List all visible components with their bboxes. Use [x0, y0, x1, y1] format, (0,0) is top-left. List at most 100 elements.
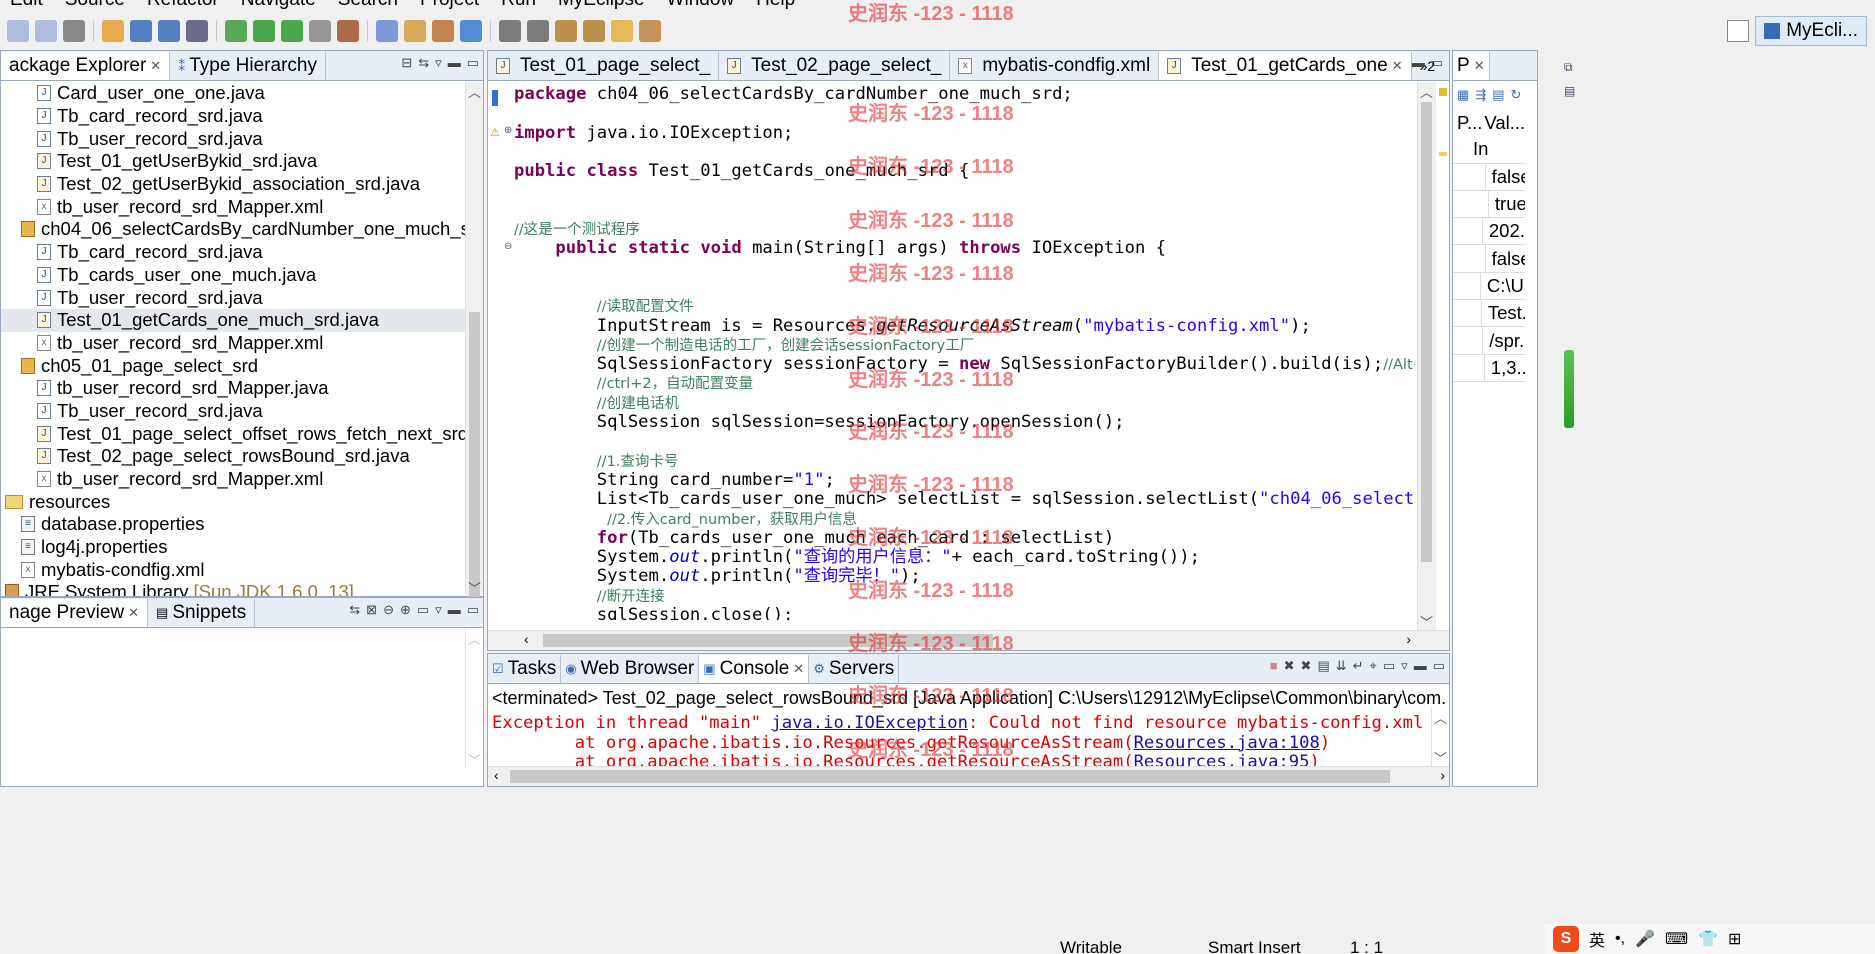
link-editor-icon[interactable]: ⇆ — [418, 55, 429, 71]
tree-item[interactable]: JRE System Library [Sun JDK 1.6.0_13] — [1, 581, 465, 596]
property-column-header[interactable]: P... — [1453, 112, 1482, 134]
scroll-down-icon[interactable]: ﹀ — [1432, 748, 1449, 766]
tree-item[interactable]: J Test_02_getUserBykid_association_srd.ja… — [1, 173, 465, 196]
save-icon[interactable] — [7, 20, 29, 42]
tab-type-hierarchy[interactable]: ⁑ Type Hierarchy — [170, 52, 326, 80]
value-column-header[interactable]: Val... — [1482, 112, 1525, 134]
property-row[interactable]: false — [1453, 245, 1525, 273]
sogou-logo-icon[interactable]: S — [1553, 926, 1579, 952]
overview-annotation-marker[interactable] — [1439, 152, 1447, 156]
toolbox-icon[interactable]: ⊞ — [1728, 929, 1741, 949]
tree-item[interactable]: resources — [1, 490, 465, 513]
ime-language-label[interactable]: 英 — [1589, 927, 1605, 951]
editor-horizontal-scrollbar[interactable]: ‹ › — [488, 630, 1449, 650]
punctuation-icon[interactable]: •, — [1615, 930, 1625, 948]
view-menu-icon[interactable]: ▿ — [435, 602, 442, 618]
editor-tab[interactable]: J Test_02_page_select_ — [719, 52, 951, 80]
preview-vertical-scrollbar[interactable]: ︿ ﹀ — [465, 629, 483, 768]
tab-servers[interactable]: ⚙ Servers — [809, 655, 900, 683]
new-package-icon[interactable] — [404, 20, 426, 42]
menu-search[interactable]: Search — [338, 0, 398, 11]
zoom-in-icon[interactable]: ⊕ — [400, 602, 411, 618]
property-row[interactable]: C:\U... — [1453, 272, 1525, 301]
property-row[interactable]: true — [1453, 190, 1525, 219]
browser-icon[interactable] — [460, 20, 482, 42]
view-menu-icon[interactable]: ▿ — [435, 55, 442, 71]
scroll-down-icon[interactable]: ﹀ — [466, 578, 483, 596]
new-server-icon[interactable] — [309, 20, 331, 42]
new-icon[interactable] — [102, 20, 124, 42]
tree-item[interactable]: J Test_01_getUserBykid_srd.java — [1, 150, 465, 173]
tree-item[interactable]: J Test_01_getCards_one_much_srd.java — [1, 308, 465, 332]
maximize-icon[interactable]: ▭ — [467, 55, 479, 71]
menu-run[interactable]: Run — [501, 0, 536, 11]
advanced-icon[interactable]: ▤ — [1492, 87, 1504, 103]
editor-tab[interactable]: x mybatis-condfig.xml — [950, 52, 1160, 80]
outline-icon[interactable]: ▤ — [1564, 84, 1575, 98]
menu-project[interactable]: Project — [420, 0, 479, 11]
forward-icon[interactable] — [527, 20, 549, 42]
search-icon[interactable] — [186, 20, 208, 42]
tree-item[interactable]: ≡ log4j.properties — [1, 536, 465, 559]
scroll-up-icon[interactable]: ︿ — [466, 82, 483, 100]
property-row[interactable]: 202... — [1453, 218, 1525, 246]
deploy-icon[interactable] — [337, 20, 359, 42]
tab-web-browser[interactable]: ◉ Web Browser — [561, 655, 700, 683]
tree-item[interactable]: J Card_user_one_one.java — [1, 82, 465, 105]
scroll-thumb[interactable] — [543, 634, 993, 647]
menu-edit[interactable]: Edit — [10, 0, 43, 11]
tree-item[interactable]: J Tb_card_record_srd.java — [1, 241, 465, 264]
tree-item[interactable]: J Tb_cards_user_one_much.java — [1, 264, 465, 287]
close-icon[interactable]: ✕ — [128, 605, 139, 621]
tab-snippets[interactable]: ▤ Snippets — [148, 599, 256, 627]
scroll-right-icon[interactable]: › — [1406, 631, 1411, 647]
close-icon[interactable]: ✕ — [1392, 58, 1403, 74]
tree-item[interactable]: Jtb_user_record_srd_Mapper.java — [1, 377, 465, 400]
close-icon[interactable]: ✕ — [150, 58, 161, 74]
scroll-down-icon[interactable]: ﹀ — [466, 750, 483, 768]
scroll-left-icon[interactable]: ‹ — [524, 631, 529, 647]
restore-icon[interactable]: ⧉ — [1564, 60, 1573, 75]
menu-source[interactable]: Source — [65, 0, 125, 11]
word-wrap-icon[interactable]: ↵ — [1353, 658, 1364, 674]
menu-myeclipse[interactable]: MyEclipse — [558, 0, 645, 11]
scroll-right-icon[interactable]: › — [1440, 767, 1445, 783]
minimize-icon[interactable]: ▬ — [448, 55, 461, 71]
display-console-icon[interactable]: ▭ — [1383, 658, 1395, 674]
scroll-thumb[interactable] — [469, 312, 480, 612]
remove-all-icon[interactable]: ✖ — [1301, 658, 1312, 674]
open-type-icon[interactable] — [130, 20, 152, 42]
maximize-icon[interactable]: ▭ — [467, 602, 479, 618]
scroll-thumb[interactable] — [1421, 102, 1432, 562]
restore-icon[interactable]: ↻ — [1511, 87, 1522, 103]
menu-navigate[interactable]: Navigate — [241, 0, 316, 11]
explorer-vertical-scrollbar[interactable]: ︿ ﹀ — [465, 82, 483, 612]
tree-item[interactable]: ch04_06_selectCardsBy_cardNumber_one_muc… — [1, 218, 465, 241]
filter-icon[interactable]: ⇶ — [1475, 87, 1486, 103]
code-editor[interactable]: package ch04_06_selectCardsBy_cardNumber… — [514, 85, 1415, 620]
minimize-icon[interactable]: ▬ — [448, 602, 461, 618]
external-tools-icon[interactable] — [281, 20, 303, 42]
previous-annotation-icon[interactable] — [583, 20, 605, 42]
stacktrace-link[interactable]: java.io.IOException — [771, 714, 968, 733]
overview-warning-marker[interactable] — [1439, 88, 1447, 96]
tree-item[interactable]: J Tb_user_record_srd.java — [1, 286, 465, 309]
print-icon[interactable] — [63, 20, 85, 42]
back-icon[interactable] — [499, 20, 521, 42]
tree-item[interactable]: x mybatis-condfig.xml — [1, 558, 465, 581]
perspective-button[interactable]: MyEcli... — [1755, 16, 1867, 46]
debug-icon[interactable] — [225, 20, 247, 42]
scroll-lock-icon[interactable]: ⇊ — [1336, 658, 1347, 674]
console-vertical-scrollbar[interactable]: ︿ ﹀ — [1431, 708, 1449, 766]
tab-image-preview[interactable]: nage Preview ✕ — [1, 599, 149, 627]
stacktrace-link[interactable]: Resources.java:108 — [1134, 733, 1320, 753]
open-resource-icon[interactable] — [158, 20, 180, 42]
scroll-left-icon[interactable]: ‹ — [494, 767, 499, 783]
tab-package-explorer[interactable]: ackage Explorer ✕ — [1, 52, 171, 80]
tree-item[interactable]: J Tb_user_record_srd.java — [1, 400, 465, 423]
tree-item[interactable]: x tb_user_record_srd_Mapper.xml — [1, 468, 465, 491]
open-console-icon[interactable]: ▿ — [1401, 658, 1408, 674]
tree-item[interactable]: J Tb_card_record_srd.java — [1, 105, 465, 128]
clear-console-icon[interactable]: ▤ — [1317, 658, 1329, 674]
save-all-icon[interactable] — [35, 20, 57, 42]
